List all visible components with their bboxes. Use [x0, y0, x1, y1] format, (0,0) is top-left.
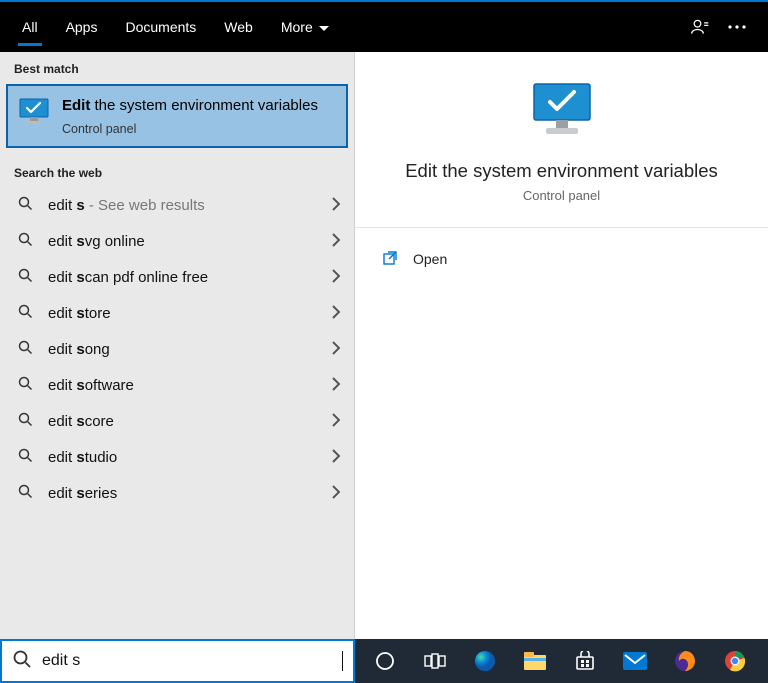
- chevron-right-icon[interactable]: [332, 341, 340, 359]
- search-icon: [16, 196, 34, 215]
- search-icon: [16, 304, 34, 323]
- web-result[interactable]: edit s - See web results: [0, 188, 354, 224]
- search-web-heading: Search the web: [0, 156, 354, 188]
- web-result[interactable]: edit store: [0, 296, 354, 332]
- search-icon: [16, 448, 34, 467]
- chevron-right-icon[interactable]: [332, 449, 340, 467]
- chevron-right-icon[interactable]: [332, 305, 340, 323]
- search-icon: [16, 484, 34, 503]
- taskbar: T: [355, 639, 768, 683]
- taskbar-mail[interactable]: [613, 642, 657, 680]
- tab-web[interactable]: Web: [210, 2, 267, 52]
- web-result[interactable]: edit series: [0, 476, 354, 512]
- options-icon[interactable]: [728, 25, 746, 29]
- web-result-text: edit scan pdf online free: [48, 269, 332, 286]
- open-label: Open: [413, 251, 447, 267]
- web-result[interactable]: edit scan pdf online free: [0, 260, 354, 296]
- taskbar-edge[interactable]: [463, 642, 507, 680]
- best-match-title: Edit the system environment variables: [62, 96, 318, 116]
- best-match-heading: Best match: [0, 52, 354, 84]
- taskbar-taskview[interactable]: [413, 642, 457, 680]
- chevron-right-icon[interactable]: [332, 485, 340, 503]
- tab-apps[interactable]: Apps: [52, 2, 112, 52]
- web-result[interactable]: edit song: [0, 332, 354, 368]
- taskbar-explorer[interactable]: [513, 642, 557, 680]
- search-icon: [16, 232, 34, 251]
- taskbar-cortana[interactable]: [363, 642, 407, 680]
- taskbar-store[interactable]: [563, 642, 607, 680]
- web-result-text: edit studio: [48, 449, 332, 466]
- web-result-text: edit store: [48, 305, 332, 322]
- chevron-right-icon[interactable]: [332, 377, 340, 395]
- tab-all[interactable]: All: [8, 2, 52, 52]
- search-box[interactable]: [0, 639, 355, 683]
- chevron-right-icon[interactable]: [332, 269, 340, 287]
- web-result-text: edit software: [48, 377, 332, 394]
- web-result[interactable]: edit score: [0, 404, 354, 440]
- best-match-result[interactable]: Edit the system environment variables Co…: [6, 84, 348, 148]
- chevron-right-icon[interactable]: [332, 197, 340, 215]
- web-result[interactable]: edit software: [0, 368, 354, 404]
- chevron-right-icon[interactable]: [332, 413, 340, 431]
- taskbar-chrome[interactable]: [713, 642, 757, 680]
- search-input[interactable]: [42, 652, 332, 670]
- preview-subtitle: Control panel: [523, 188, 600, 203]
- taskbar-app-t[interactable]: T: [763, 642, 768, 680]
- chevron-down-icon: [319, 19, 329, 35]
- search-icon: [16, 340, 34, 359]
- preview-panel: Edit the system environment variables Co…: [355, 52, 768, 639]
- control-panel-icon: [18, 96, 50, 128]
- preview-title: Edit the system environment variables: [405, 160, 718, 182]
- web-result-text: edit series: [48, 485, 332, 502]
- results-panel: Best match Edit the system environment v…: [0, 52, 355, 639]
- web-result-text: edit song: [48, 341, 332, 358]
- best-match-subtitle: Control panel: [62, 122, 318, 136]
- web-result-text: edit score: [48, 413, 332, 430]
- open-action[interactable]: Open: [375, 242, 748, 276]
- chevron-right-icon[interactable]: [332, 233, 340, 251]
- feedback-icon[interactable]: [690, 17, 710, 37]
- search-icon: [16, 268, 34, 287]
- open-icon: [381, 250, 399, 269]
- web-result[interactable]: edit svg online: [0, 224, 354, 260]
- tab-more[interactable]: More: [267, 2, 343, 52]
- web-result[interactable]: edit studio: [0, 440, 354, 476]
- text-caret: [342, 651, 343, 671]
- tab-documents[interactable]: Documents: [111, 2, 210, 52]
- web-result-text: edit svg online: [48, 233, 332, 250]
- search-icon: [16, 376, 34, 395]
- search-icon: [16, 412, 34, 431]
- search-icon: [12, 649, 32, 674]
- search-filter-tabs: All Apps Documents Web More: [0, 2, 768, 52]
- taskbar-firefox[interactable]: [663, 642, 707, 680]
- web-result-text: edit s - See web results: [48, 197, 332, 214]
- preview-icon: [528, 80, 596, 142]
